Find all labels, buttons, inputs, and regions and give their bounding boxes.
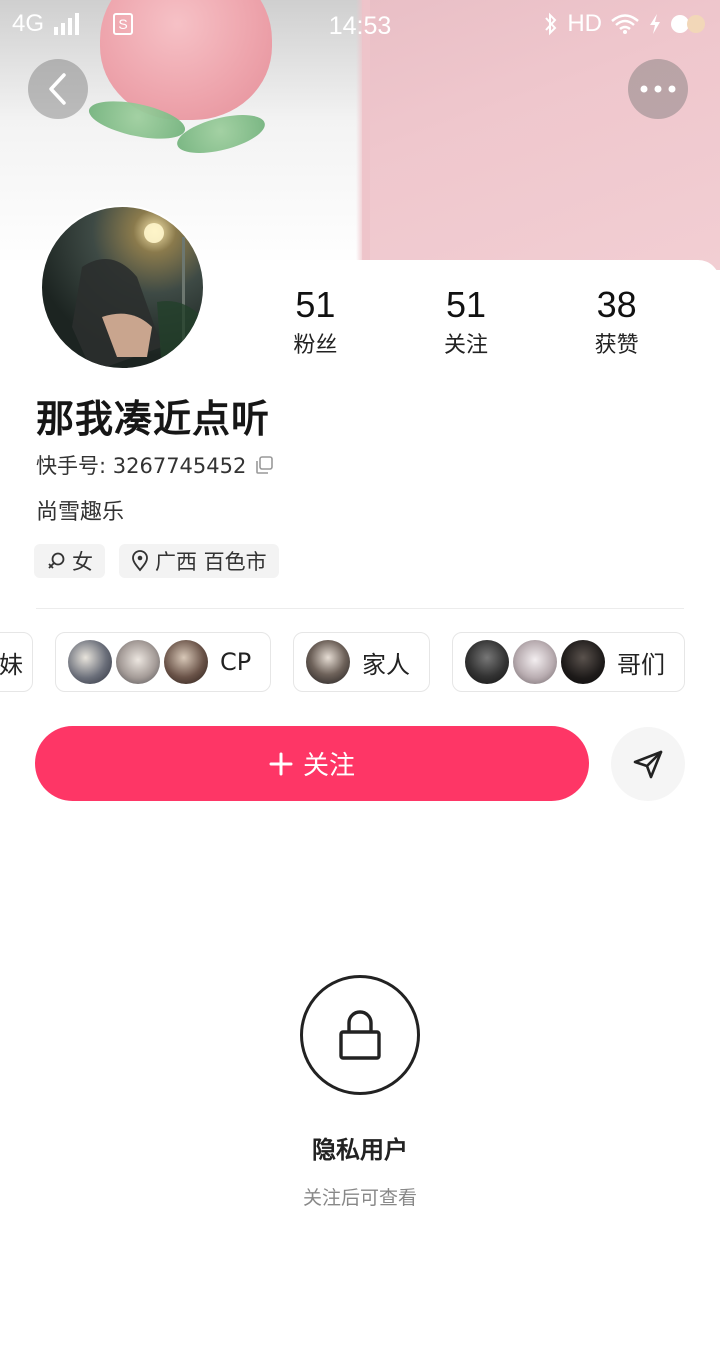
- status-bar: 4G S 14:53 HD: [0, 0, 720, 48]
- group-chip-family[interactable]: 家人: [293, 632, 430, 692]
- group-avatars: [306, 640, 350, 684]
- group-label: 家人: [362, 650, 410, 679]
- kuaishou-id-row: 快手号: 3267745452: [36, 450, 274, 480]
- profile-stats: 51 粉丝 51 关注 38 获赞: [240, 285, 692, 359]
- profile-tags: 女 广西 百色市: [34, 544, 279, 578]
- location-pin-icon: [132, 550, 148, 572]
- location-label: 广西 百色市: [155, 550, 267, 574]
- group-chip-cp[interactable]: CP: [55, 632, 271, 692]
- private-lock-badge: [300, 975, 420, 1095]
- more-dots-icon: [640, 85, 676, 93]
- send-arrow-icon: [633, 750, 663, 779]
- more-options-button[interactable]: [628, 59, 688, 119]
- stat-label: 获赞: [594, 333, 639, 358]
- app-notification-icon: [671, 15, 705, 33]
- status-right: HD: [543, 10, 706, 38]
- stat-value: 51: [295, 284, 336, 325]
- copy-icon[interactable]: [254, 455, 274, 475]
- member-avatar: [561, 640, 605, 684]
- group-avatars: [465, 640, 605, 684]
- gender-female-icon: [48, 552, 65, 569]
- stat-label: 关注: [444, 333, 489, 358]
- charging-bolt-icon: [650, 14, 660, 34]
- location-tag: 广西 百色市: [119, 544, 279, 578]
- send-message-button[interactable]: [611, 727, 685, 801]
- group-chip-sister[interactable]: 妹: [0, 632, 33, 692]
- bio: 尚雪趣乐: [36, 500, 125, 525]
- member-avatar: [306, 640, 350, 684]
- avatar-photo: [72, 223, 203, 368]
- follow-button[interactable]: 关注: [35, 726, 589, 801]
- wifi-icon: [611, 14, 639, 34]
- kuaishou-id: 快手号: 3267745452: [36, 454, 247, 478]
- member-avatar: [116, 640, 160, 684]
- avatar[interactable]: [40, 205, 205, 370]
- lock-icon: [339, 1010, 381, 1060]
- plus-icon: [269, 752, 293, 775]
- group-chip-bros[interactable]: 哥们: [452, 632, 685, 692]
- member-avatar: [513, 640, 557, 684]
- back-button[interactable]: [28, 59, 88, 119]
- member-avatar: [465, 640, 509, 684]
- stat-following[interactable]: 51 关注: [391, 285, 542, 359]
- stat-label: 粉丝: [293, 333, 338, 358]
- stat-fans[interactable]: 51 粉丝: [240, 285, 391, 359]
- group-label: CP: [220, 648, 252, 676]
- follow-label: 关注: [302, 751, 355, 781]
- back-arrow-icon: [49, 73, 66, 105]
- bluetooth-icon: [545, 12, 557, 36]
- group-avatars: [68, 640, 208, 684]
- stat-value: 51: [445, 284, 487, 325]
- private-user-title: 隐私用户: [312, 1136, 408, 1164]
- nickname: 那我凑近点听: [36, 397, 271, 441]
- group-label: 哥们: [617, 650, 665, 679]
- divider: [36, 608, 684, 609]
- stat-likes[interactable]: 38 获赞: [541, 285, 692, 359]
- profile-page: 4G S 14:53 HD 51 粉丝 51 关注 38 获赞 那我凑近点听 快…: [0, 0, 720, 1356]
- member-avatar: [164, 640, 208, 684]
- hd-label: HD: [567, 10, 602, 37]
- gender-label: 女: [72, 550, 93, 574]
- group-label: 妹: [0, 650, 23, 679]
- stat-value: 38: [596, 284, 637, 325]
- member-avatar: [68, 640, 112, 684]
- gender-tag: 女: [34, 544, 105, 578]
- private-user-subtitle: 关注后可查看: [302, 1187, 417, 1209]
- relation-groups: 妹 CP 家人 哥们: [0, 632, 720, 692]
